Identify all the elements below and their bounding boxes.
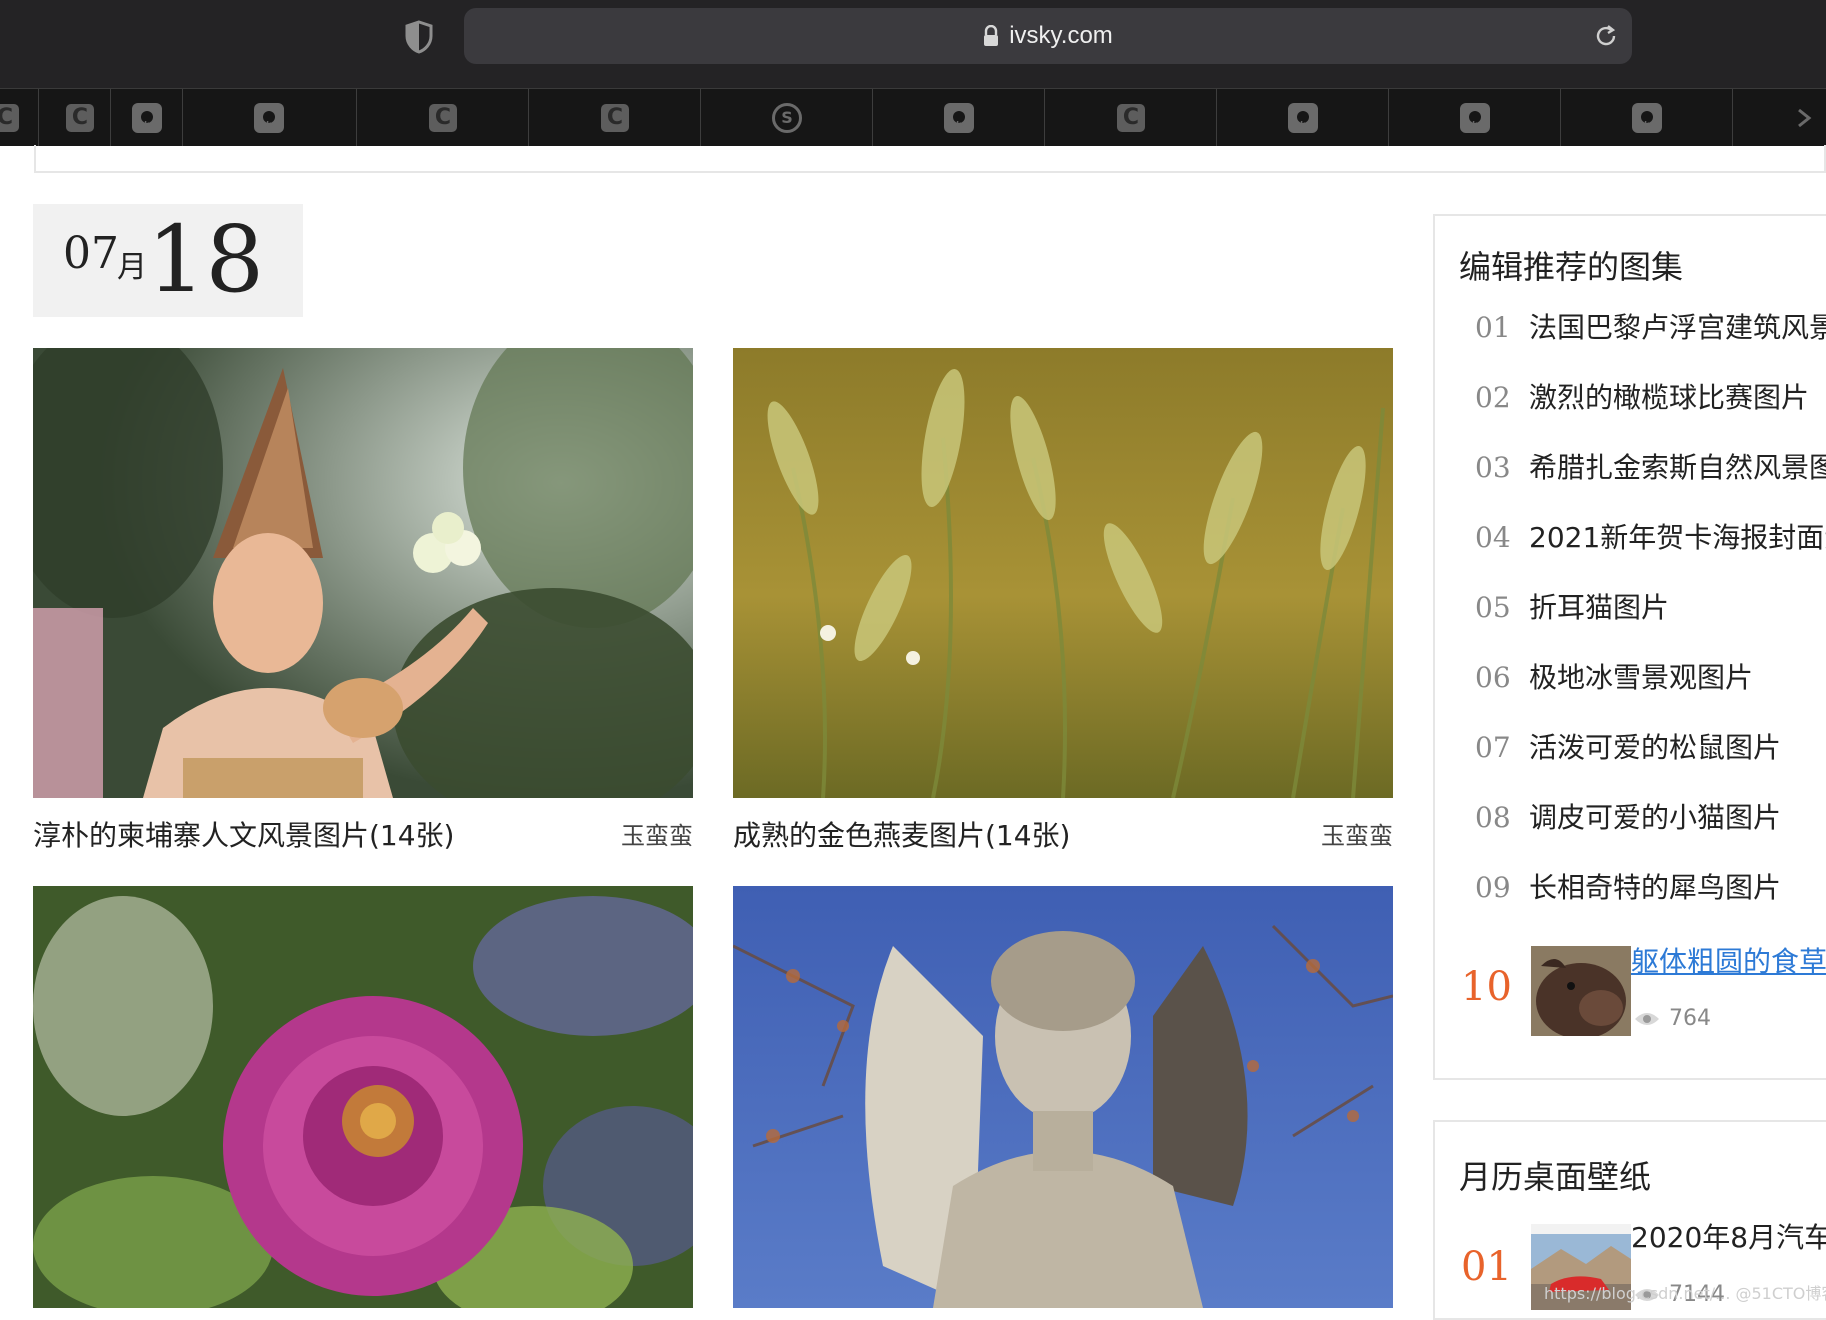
gallery-thumbnail[interactable] bbox=[33, 886, 693, 1308]
rank-number: 07 bbox=[1475, 731, 1511, 764]
date-badge: 07 月 18 bbox=[33, 204, 303, 317]
rank-number: 09 bbox=[1475, 871, 1511, 904]
panel-title: 编辑推荐的图集 bbox=[1459, 248, 1684, 286]
featured-link[interactable]: 2020年8月汽车 bbox=[1631, 1216, 1826, 1256]
favorite-c-icon[interactable]: C bbox=[1046, 89, 1216, 146]
list-item-title[interactable]: 法国巴黎卢浮宫建筑风景 bbox=[1529, 306, 1826, 346]
rank-number: 04 bbox=[1475, 521, 1511, 554]
view-count-value: 764 bbox=[1669, 1006, 1711, 1031]
rank-number: 02 bbox=[1475, 381, 1511, 414]
list-item[interactable]: 04 2021新年贺卡海报封面素 bbox=[1475, 516, 1826, 556]
rank-number: 05 bbox=[1475, 591, 1511, 624]
list-item-title[interactable]: 希腊扎金索斯自然风景图 bbox=[1529, 446, 1826, 486]
rank-number: 06 bbox=[1475, 661, 1511, 694]
watermark-text: https://blog.csdn.net/... @51CTO博客 bbox=[1544, 1284, 1826, 1303]
list-item[interactable]: 05 折耳猫图片 bbox=[1475, 586, 1669, 626]
date-month: 07 bbox=[63, 228, 119, 279]
gallery-card[interactable] bbox=[733, 886, 1393, 1308]
gallery-thumbnail[interactable] bbox=[733, 886, 1393, 1308]
privacy-shield-icon[interactable] bbox=[404, 20, 434, 54]
rank-number: 01 bbox=[1475, 311, 1511, 344]
favorite-c-icon[interactable]: C bbox=[50, 89, 110, 146]
list-item[interactable]: 01 法国巴黎卢浮宫建筑风景 bbox=[1475, 306, 1826, 346]
list-item[interactable]: 08 调皮可爱的小猫图片 bbox=[1475, 796, 1781, 836]
list-item-title[interactable]: 2021新年贺卡海报封面素 bbox=[1529, 516, 1826, 556]
gallery-title[interactable]: 淳朴的柬埔寨人文风景图片(14张) bbox=[33, 814, 454, 854]
featured-link[interactable]: 躯体粗圆的食草 bbox=[1631, 940, 1826, 980]
eye-icon bbox=[1635, 1012, 1659, 1025]
favorite-baidu-icon[interactable] bbox=[874, 89, 1044, 146]
favorite-baidu-icon[interactable] bbox=[1562, 89, 1732, 146]
featured-thumbnail[interactable] bbox=[1531, 946, 1631, 1036]
url-text: ivsky.com bbox=[1009, 22, 1113, 49]
list-item-title[interactable]: 调皮可爱的小猫图片 bbox=[1529, 796, 1781, 836]
list-item-title[interactable]: 折耳猫图片 bbox=[1529, 586, 1669, 626]
favorite-baidu-icon[interactable] bbox=[1390, 89, 1560, 146]
list-item-title[interactable]: 极地冰雪景观图片 bbox=[1529, 656, 1753, 696]
list-item[interactable]: 09 长相奇特的犀鸟图片 bbox=[1475, 866, 1781, 906]
list-item[interactable]: 02 激烈的橄榄球比赛图片 bbox=[1475, 376, 1809, 416]
gallery-card[interactable]: 成熟的金色燕麦图片(14张) 玉蛮蛮 bbox=[733, 348, 1393, 852]
gallery-thumbnail[interactable] bbox=[733, 348, 1393, 798]
favorite-baidu-icon[interactable] bbox=[186, 89, 352, 146]
list-item-title[interactable]: 活泼可爱的松鼠图片 bbox=[1529, 726, 1781, 766]
rank-number-featured: 10 bbox=[1461, 964, 1512, 1010]
favorite-c-icon[interactable]: C bbox=[358, 89, 528, 146]
rank-number-featured: 01 bbox=[1461, 1244, 1512, 1290]
browser-toolbar: ivsky.com bbox=[0, 0, 1826, 88]
list-item[interactable]: 03 希腊扎金索斯自然风景图 bbox=[1475, 446, 1826, 486]
panel-title: 月历桌面壁纸 bbox=[1459, 1158, 1652, 1196]
gallery-card[interactable]: 淳朴的柬埔寨人文风景图片(14张) 玉蛮蛮 bbox=[33, 348, 693, 852]
favorite-c-icon[interactable]: C bbox=[530, 89, 700, 146]
page-top-border bbox=[34, 145, 1826, 173]
date-day: 18 bbox=[147, 206, 265, 313]
rank-number: 03 bbox=[1475, 451, 1511, 484]
gallery-author[interactable]: 玉蛮蛮 bbox=[621, 816, 693, 851]
gallery-thumbnail[interactable] bbox=[33, 348, 693, 798]
address-bar[interactable]: ivsky.com bbox=[464, 8, 1632, 64]
lock-icon bbox=[984, 25, 999, 46]
gallery-author[interactable]: 玉蛮蛮 bbox=[1321, 816, 1393, 851]
gallery-title[interactable]: 成熟的金色燕麦图片(14张) bbox=[733, 814, 1070, 854]
favorite-baidu-icon[interactable] bbox=[1218, 89, 1388, 146]
favorite-sogou-icon[interactable]: S bbox=[702, 89, 872, 146]
list-item[interactable]: 07 活泼可爱的松鼠图片 bbox=[1475, 726, 1781, 766]
editor-picks-panel: 编辑推荐的图集 01 法国巴黎卢浮宫建筑风景 02 激烈的橄榄球比赛图片 03 … bbox=[1433, 214, 1826, 1080]
gallery-card[interactable] bbox=[33, 886, 693, 1308]
list-item[interactable]: 06 极地冰雪景观图片 bbox=[1475, 656, 1753, 696]
date-month-unit: 月 bbox=[117, 250, 147, 285]
view-count: 764 bbox=[1633, 1006, 1711, 1031]
list-item-title[interactable]: 长相奇特的犀鸟图片 bbox=[1529, 866, 1781, 906]
favorites-bar: C C C C S C bbox=[0, 88, 1826, 146]
rank-number: 08 bbox=[1475, 801, 1511, 834]
favorite-c-icon[interactable]: C bbox=[0, 89, 20, 146]
favorite-baidu-icon[interactable] bbox=[115, 89, 179, 146]
favorites-overflow-icon[interactable] bbox=[1790, 89, 1820, 146]
list-item-title[interactable]: 激烈的橄榄球比赛图片 bbox=[1529, 376, 1809, 416]
reload-icon[interactable] bbox=[1592, 22, 1620, 50]
